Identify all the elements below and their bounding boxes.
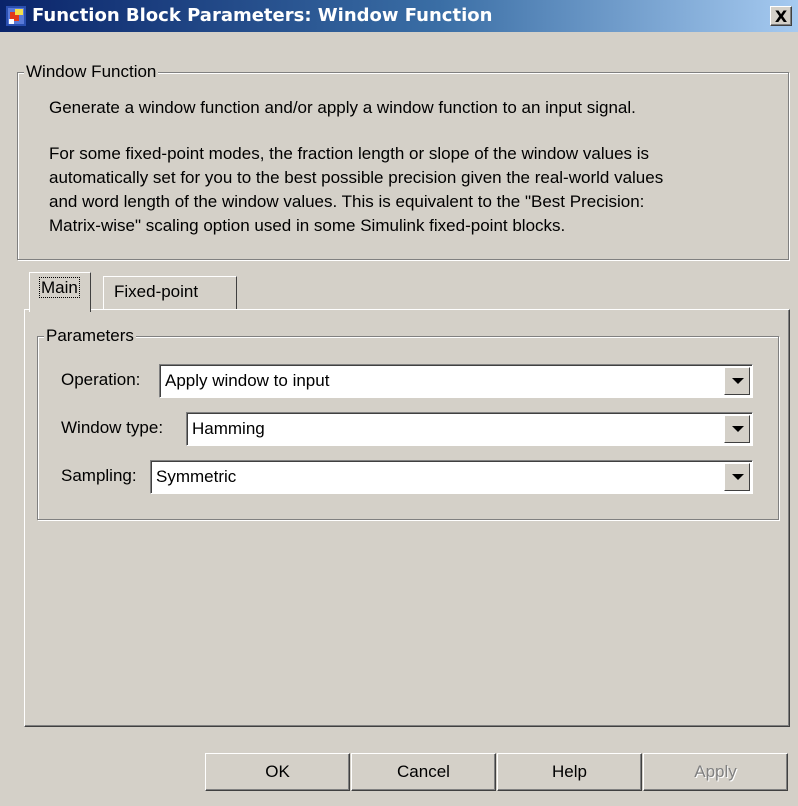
help-button[interactable]: Help — [497, 753, 642, 791]
description-para2-line1: For some fixed-point modes, the fraction… — [49, 144, 650, 163]
description-para2-line3: and word length of the window values. Th… — [49, 192, 645, 211]
sampling-label: Sampling: — [61, 466, 137, 485]
close-icon: X — [774, 7, 788, 26]
tab-fixed-point-label: Fixed-point — [114, 282, 199, 301]
simulink-block-icon — [6, 6, 26, 26]
tab-main[interactable]: Main — [29, 272, 91, 312]
description-group-title: Window Function — [24, 62, 159, 82]
description-group: Window Function Generate a window functi… — [17, 62, 789, 260]
description-para2-line2: automatically set for you to the best po… — [49, 168, 664, 187]
operation-row: Operation: Apply window to input — [61, 364, 753, 398]
title-bar: Function Block Parameters: Window Functi… — [0, 0, 798, 32]
cancel-button[interactable]: Cancel — [351, 753, 496, 791]
window-type-row: Window type: Hamming — [61, 412, 753, 446]
description-para2-line4: Matrix-wise" scaling option used in some… — [49, 216, 566, 235]
chevron-down-icon[interactable] — [724, 367, 750, 395]
sampling-value: Symmetric — [156, 467, 237, 486]
close-button[interactable]: X — [770, 6, 792, 26]
window-title: Function Block Parameters: Window Functi… — [32, 5, 493, 26]
chevron-down-icon[interactable] — [724, 463, 750, 491]
parameters-group-title: Parameters — [44, 326, 136, 346]
sampling-row: Sampling: Symmetric — [61, 460, 753, 494]
sampling-select[interactable]: Symmetric — [150, 460, 753, 494]
window-type-label: Window type: — [61, 418, 164, 437]
window-type-value: Hamming — [192, 419, 265, 438]
tab-main-label: Main — [39, 277, 80, 298]
operation-select[interactable]: Apply window to input — [159, 364, 753, 398]
apply-button[interactable]: Apply — [643, 753, 788, 791]
description-line-1: Generate a window function and/or apply … — [49, 98, 636, 117]
window-type-select[interactable]: Hamming — [186, 412, 753, 446]
ok-button[interactable]: OK — [205, 753, 350, 791]
tab-fixed-point[interactable]: Fixed-point — [103, 276, 237, 309]
operation-label: Operation: — [61, 370, 141, 389]
chevron-down-icon[interactable] — [724, 415, 750, 443]
operation-value: Apply window to input — [165, 371, 330, 390]
